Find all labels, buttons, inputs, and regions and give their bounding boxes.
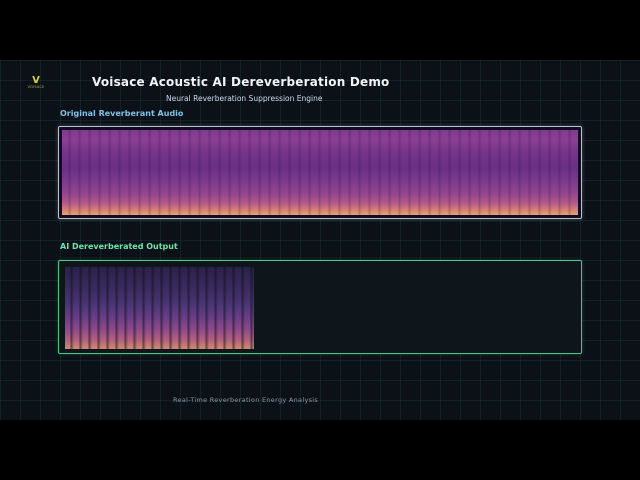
letterbox-bottom	[0, 420, 640, 480]
letterbox-top	[0, 0, 640, 60]
original-spectrogram	[62, 130, 578, 215]
analysis-caption: Real-Time Reverberation Energy Analysis	[173, 396, 319, 404]
original-spectrogram-panel	[58, 126, 582, 219]
output-spectrogram	[65, 267, 254, 349]
output-audio-label: AI Dereverberated Output	[60, 242, 178, 251]
original-audio-label: Original Reverberant Audio	[60, 109, 184, 118]
brand-logo: V VOISACE	[24, 76, 48, 92]
video-frame: V VOISACE Voisace Acoustic AI Dereverber…	[0, 60, 640, 420]
page-subtitle: Neural Reverberation Suppression Engine	[166, 94, 323, 103]
brand-logo-mark: V	[32, 75, 40, 86]
brand-logo-text: VOISACE	[27, 85, 45, 89]
output-spectrogram-panel	[58, 260, 582, 354]
page-title: Voisace Acoustic AI Dereverberation Demo	[92, 75, 390, 89]
